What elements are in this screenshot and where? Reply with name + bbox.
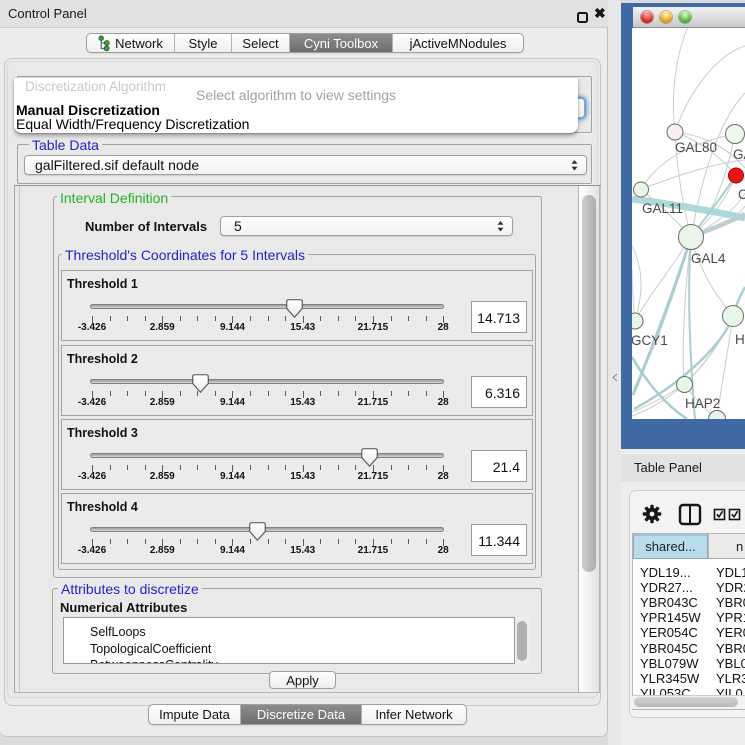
svg-text:H: H xyxy=(735,332,745,347)
svg-text:HAP2: HAP2 xyxy=(685,396,720,411)
svg-text:GAL80: GAL80 xyxy=(675,140,717,155)
svg-text:GAL4: GAL4 xyxy=(691,251,726,266)
svg-text:GA: GA xyxy=(733,147,745,162)
svg-text:GCY1: GCY1 xyxy=(632,333,668,348)
svg-text:C: C xyxy=(738,187,745,202)
svg-text:GAL11: GAL11 xyxy=(642,201,683,216)
